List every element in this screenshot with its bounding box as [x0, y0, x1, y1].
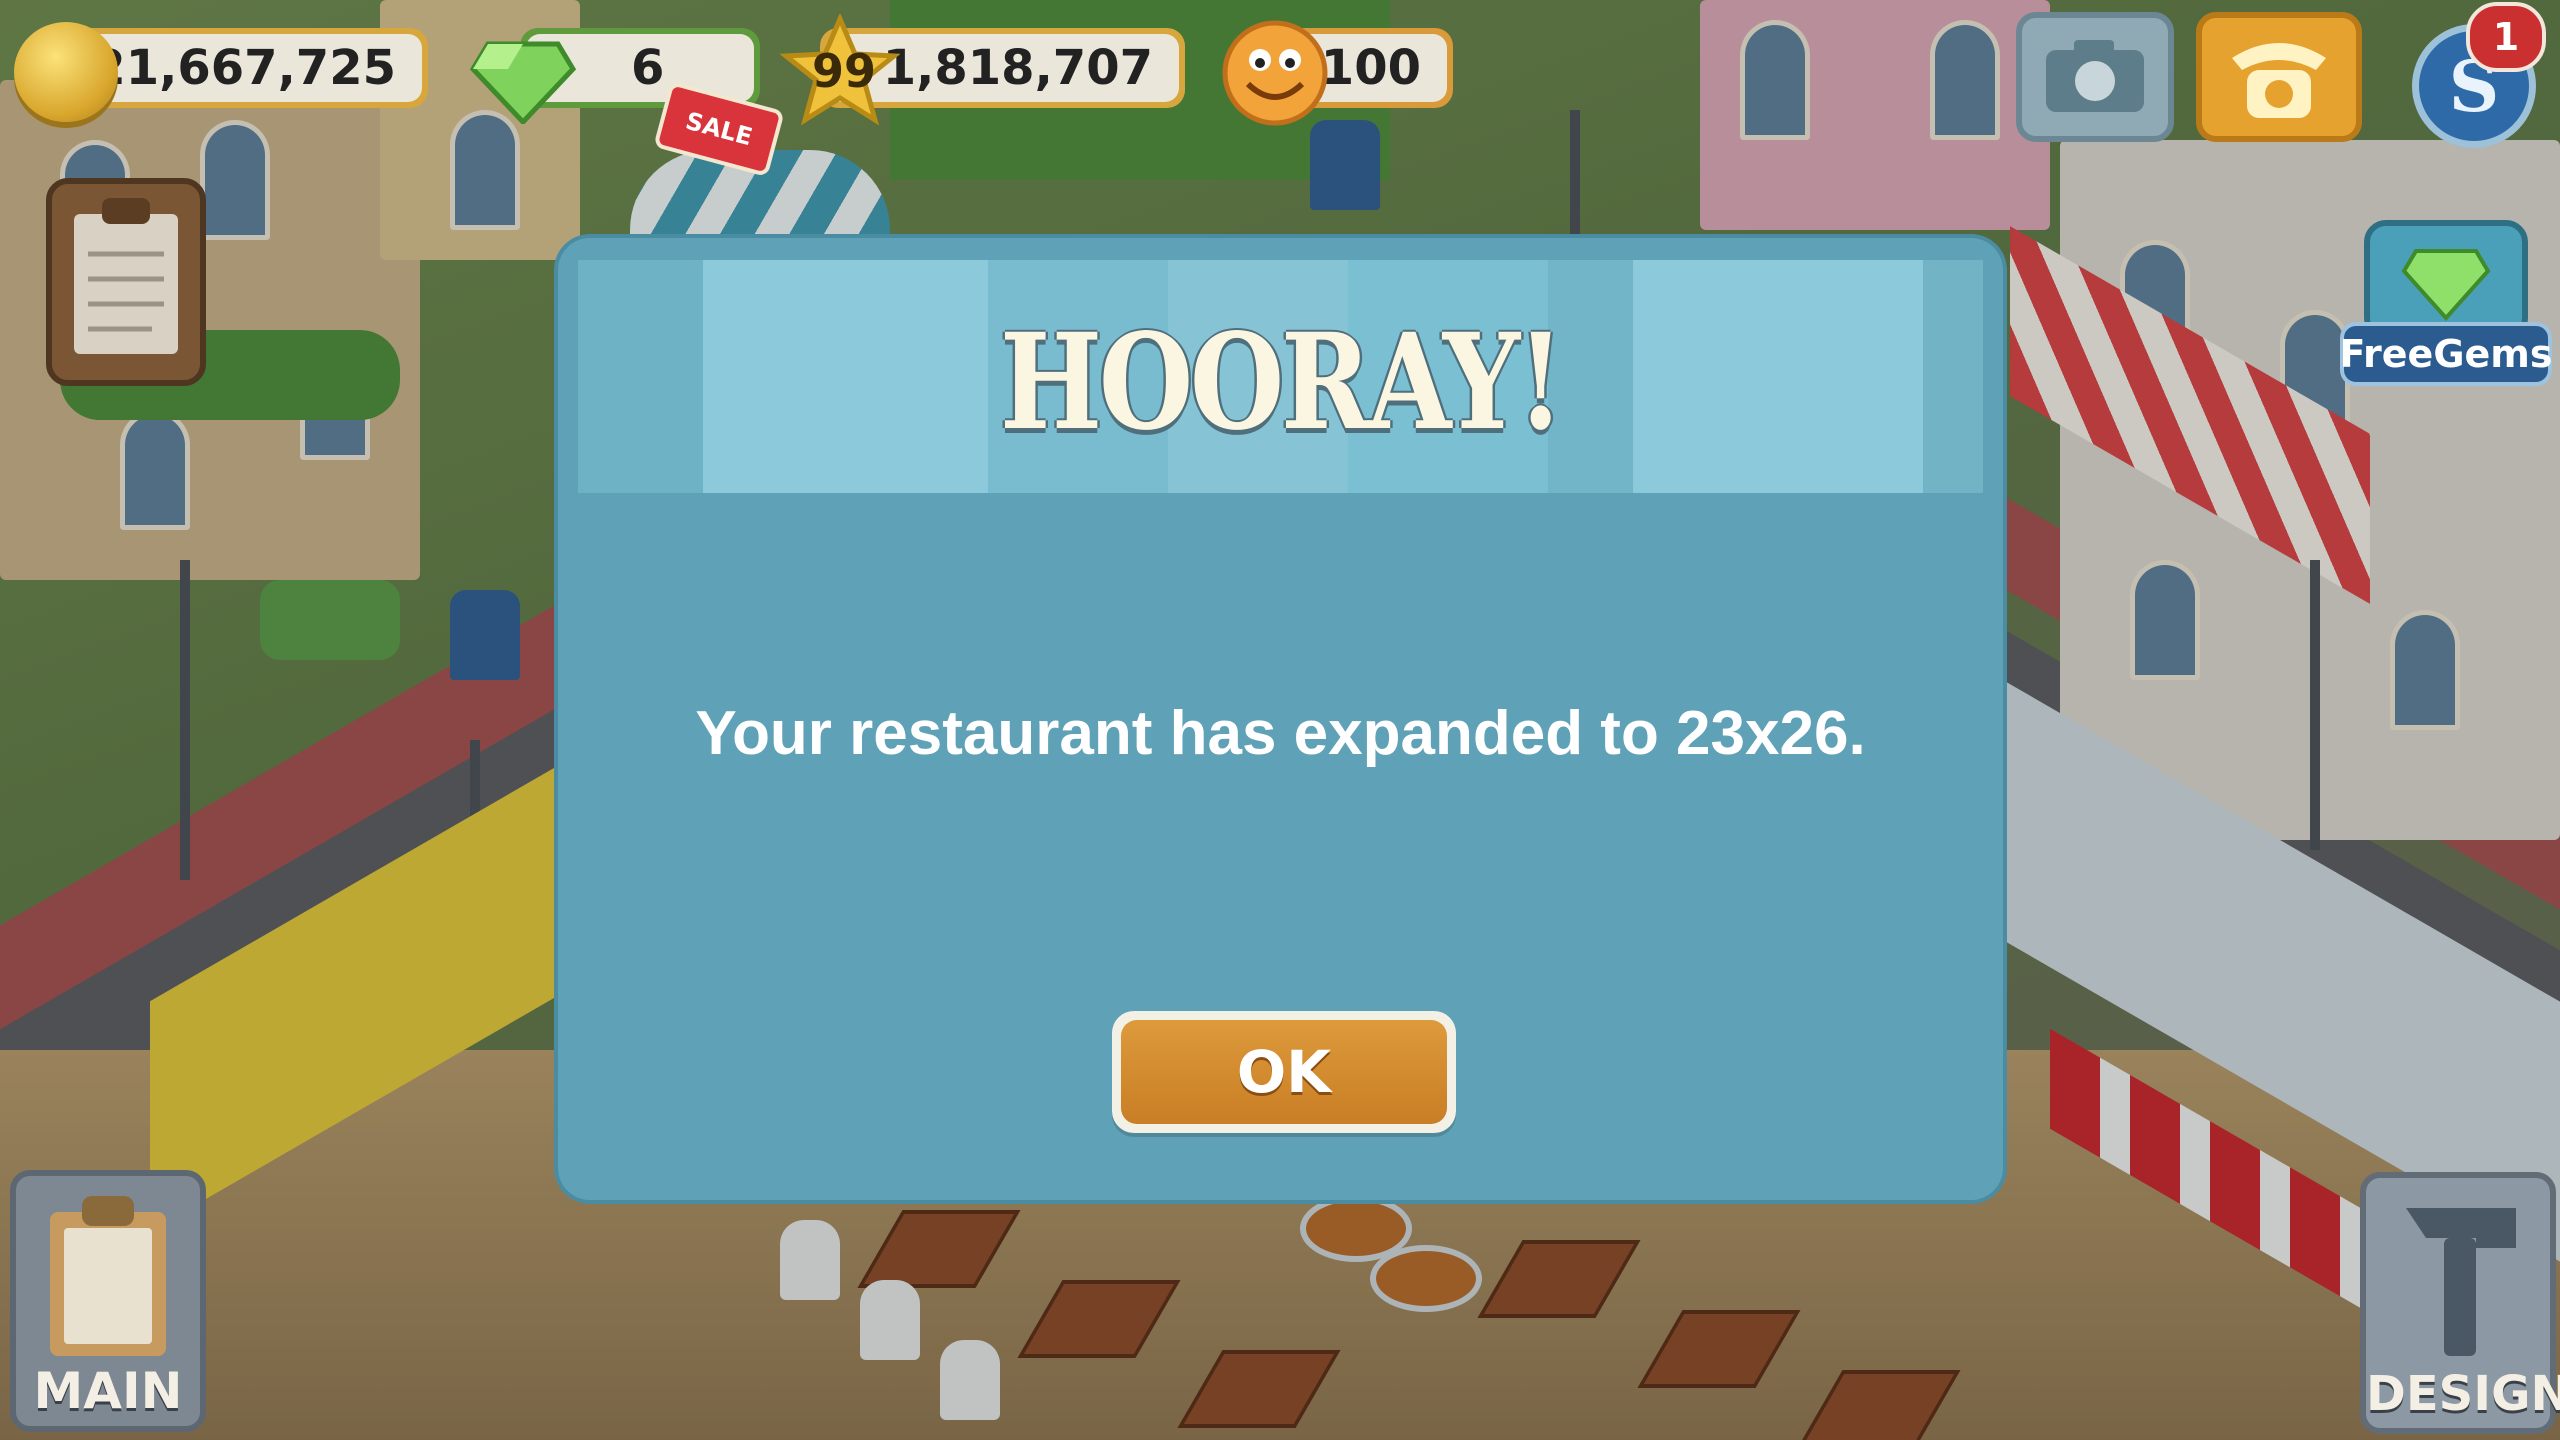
design-button-label: DESIGN — [2366, 1366, 2560, 1422]
ok-button[interactable]: OK — [1112, 1011, 1456, 1133]
clipboard-icon — [50, 1196, 166, 1356]
orders-clipboard-button[interactable] — [46, 178, 206, 386]
gem-count: 6 — [631, 40, 665, 96]
gem-icon — [468, 24, 578, 126]
level-number: 99 — [812, 44, 877, 98]
dialog-header: HOORAY! — [578, 260, 1983, 493]
phone-icon — [2232, 43, 2326, 118]
free-gems-label-bg: FreeGems — [2339, 322, 2553, 386]
sale-tag-label: SALE — [682, 106, 756, 152]
experience-count: 1,818,707 — [882, 40, 1153, 96]
happiness-count: 100 — [1320, 40, 1421, 96]
coin-icon — [14, 22, 118, 122]
hammer-icon — [2406, 1208, 2516, 1356]
free-gems-button[interactable]: FreeGems — [2339, 180, 2553, 390]
phone-button[interactable] — [2196, 12, 2362, 142]
camera-button[interactable] — [2016, 12, 2174, 142]
main-button-label: MAIN — [33, 1362, 183, 1420]
notification-badge: 1 — [2466, 2, 2546, 72]
dialog-title: HOORAY! — [999, 305, 1564, 460]
ok-button-label: OK — [1236, 1038, 1332, 1106]
notification-count: 1 — [2492, 15, 2520, 59]
design-button[interactable]: DESIGN — [2360, 1172, 2560, 1434]
coin-count: 21,667,725 — [92, 40, 396, 96]
clipboard-icon — [74, 198, 178, 354]
dialog-message: Your restaurant has expanded to 23x26. — [695, 699, 1866, 768]
free-gems-label: FreeGems — [2339, 332, 2553, 376]
camera-icon — [2046, 40, 2144, 112]
smiley-icon — [1220, 18, 1330, 128]
main-menu-button[interactable]: MAIN — [10, 1170, 206, 1432]
